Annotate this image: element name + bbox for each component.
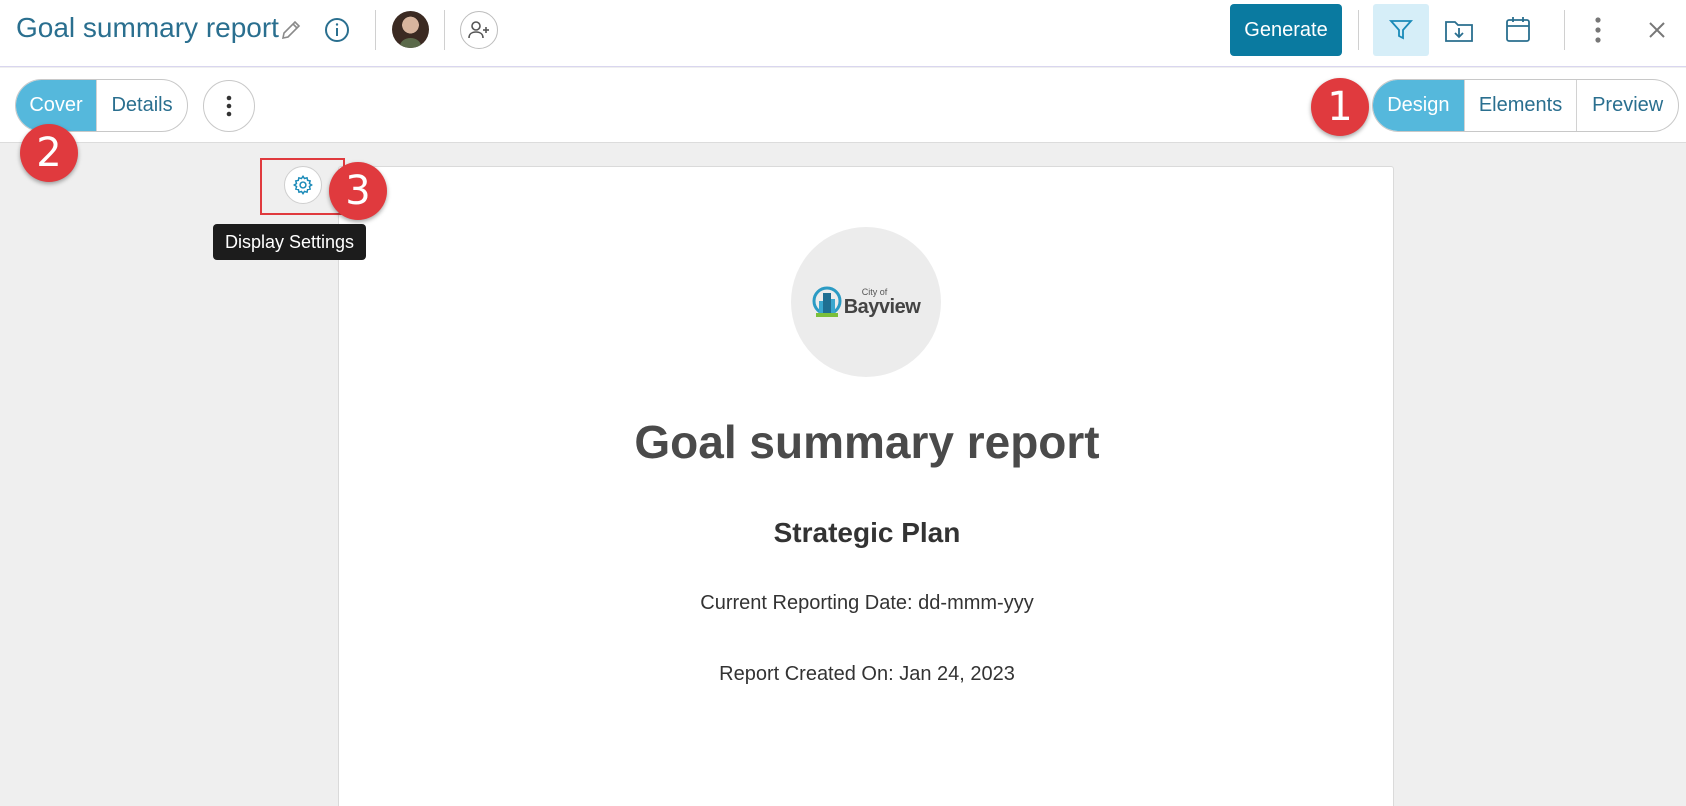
tab-elements[interactable]: Elements [1465, 80, 1578, 131]
toolbar: Cover Details Design Elements Preview [0, 68, 1686, 143]
calendar-icon[interactable] [1503, 13, 1533, 45]
callout-1: 1 [1311, 78, 1369, 136]
divider [375, 10, 376, 50]
report-title: Goal summary report [16, 12, 279, 43]
more-vertical-icon[interactable] [1586, 14, 1610, 46]
more-vertical-icon [226, 95, 232, 117]
info-icon[interactable] [323, 16, 351, 44]
document-subtitle: Strategic Plan [773, 517, 961, 548]
pencil-icon[interactable] [278, 17, 304, 43]
tab-design[interactable]: Design [1373, 80, 1465, 131]
display-settings-tooltip: Display Settings [213, 224, 366, 260]
close-icon[interactable] [1644, 17, 1670, 43]
gear-icon [292, 174, 313, 196]
callout-2: 2 [20, 124, 78, 182]
report-page: City of Bayview Goal summary report Stra… [338, 166, 1394, 806]
tab-cover[interactable]: Cover [16, 80, 98, 131]
add-user-icon[interactable] [460, 11, 498, 49]
tab-details[interactable]: Details [97, 80, 187, 131]
created-on: Report Created On: Jan 24, 2023 [719, 663, 1015, 685]
callout-3: 3 [329, 162, 387, 220]
document-title: Goal summary report [634, 416, 1100, 468]
reporting-date: Current Reporting Date: dd-mmm-yyy [700, 592, 1034, 614]
tab-preview[interactable]: Preview [1577, 80, 1678, 131]
top-bar: Goal summary report Generate [0, 0, 1686, 67]
folder-download-icon[interactable] [1443, 14, 1475, 46]
divider [444, 10, 445, 50]
divider [1358, 10, 1359, 50]
more-options-button[interactable] [203, 80, 255, 132]
mode-tabs: Design Elements Preview [1372, 79, 1679, 132]
avatar[interactable] [392, 11, 429, 48]
logo: City of Bayview [791, 227, 941, 377]
generate-button[interactable]: Generate [1230, 4, 1342, 56]
divider [1564, 10, 1565, 50]
logo-big-text: Bayview [843, 295, 921, 318]
display-settings-button[interactable] [284, 166, 322, 204]
city-logo-icon [812, 286, 842, 317]
filter-icon[interactable] [1373, 4, 1429, 56]
